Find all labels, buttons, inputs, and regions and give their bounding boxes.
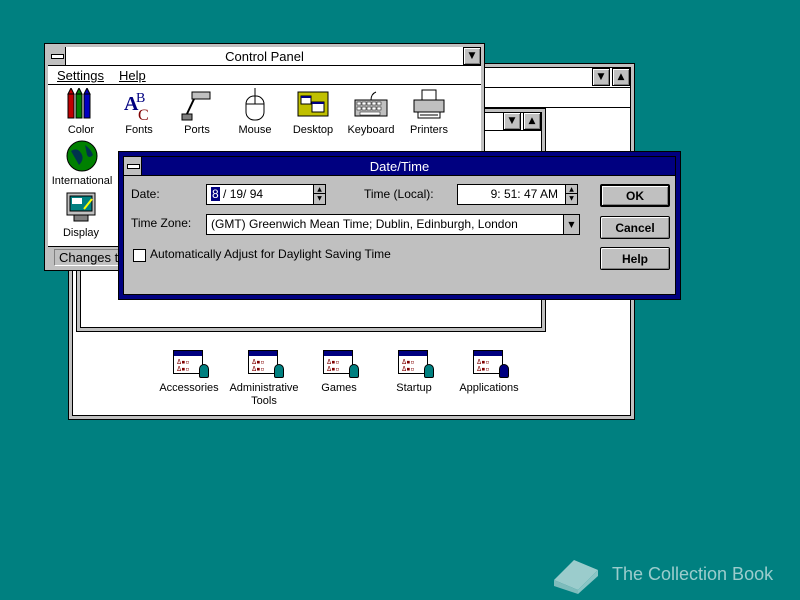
keyboard-icon bbox=[354, 88, 388, 122]
control-panel-title: Control Panel bbox=[225, 48, 304, 64]
cp-item-label: Fonts bbox=[125, 124, 153, 136]
group-minimize-button[interactable]: ▼ bbox=[503, 112, 521, 130]
control-panel-menubar: Settings Help bbox=[48, 66, 481, 85]
dialog-title-bar[interactable]: Date/Time bbox=[124, 157, 675, 176]
group-label: Applications bbox=[459, 382, 519, 394]
program-group-icon: Δ▪▫ Δ▪▫ bbox=[173, 348, 209, 378]
cp-item-fonts[interactable]: ABC Fonts bbox=[108, 88, 170, 136]
program-group-icon: Δ▪▫ Δ▪▫ bbox=[398, 348, 434, 378]
cp-item-label: Desktop bbox=[292, 124, 334, 136]
spin-down-icon[interactable]: ▼ bbox=[314, 194, 325, 203]
timezone-label: Time Zone: bbox=[131, 216, 192, 230]
mouse-icon bbox=[238, 88, 272, 122]
watermark: The Collection Book bbox=[548, 550, 788, 594]
date-field[interactable]: 8 / 19/ 94 bbox=[206, 184, 316, 205]
printer-icon bbox=[412, 88, 446, 122]
timezone-value: (GMT) Greenwich Mean Time; Dublin, Edinb… bbox=[211, 217, 518, 231]
cp-item-international[interactable]: International bbox=[50, 139, 114, 187]
date-time-dialog[interactable]: Date/Time Date: 8 / 19/ 94 ▲ ▼ Time (Loca… bbox=[118, 151, 681, 300]
ports-icon bbox=[180, 88, 214, 122]
group-icon-applications[interactable]: Δ▪▫ Δ▪▫ Applications bbox=[444, 348, 534, 394]
dialog-title: Date/Time bbox=[369, 158, 430, 174]
dst-checkbox[interactable] bbox=[133, 249, 146, 262]
cp-item-printers[interactable]: Printers bbox=[398, 88, 460, 136]
system-menu-icon[interactable] bbox=[124, 157, 142, 175]
cp-item-label: Mouse bbox=[238, 124, 272, 136]
display-icon bbox=[64, 191, 98, 225]
date-day-year[interactable]: / 19/ 94 bbox=[220, 187, 263, 201]
spin-down-icon[interactable]: ▼ bbox=[566, 194, 577, 203]
dropdown-arrow-icon[interactable]: ▼ bbox=[563, 215, 579, 234]
menu-settings[interactable]: Settings bbox=[57, 68, 104, 83]
control-panel-title-bar[interactable]: Control Panel ▼ bbox=[48, 47, 481, 66]
cp-item-mouse[interactable]: Mouse bbox=[224, 88, 286, 136]
dst-label[interactable]: Automatically Adjust for Daylight Saving… bbox=[150, 247, 391, 261]
dialog-client: Date/Time Date: 8 / 19/ 94 ▲ ▼ Time (Loca… bbox=[123, 156, 676, 295]
cancel-button[interactable]: Cancel bbox=[600, 216, 670, 239]
cp-item-label: International bbox=[51, 175, 113, 187]
book-logo-icon bbox=[554, 560, 598, 594]
minimize-button[interactable]: ▼ bbox=[592, 68, 610, 86]
date-spinner[interactable]: ▲ ▼ bbox=[313, 184, 326, 205]
timezone-select[interactable]: (GMT) Greenwich Mean Time; Dublin, Edinb… bbox=[206, 214, 580, 235]
color-icon bbox=[64, 86, 98, 122]
fonts-icon: ABC bbox=[122, 88, 156, 124]
cp-item-color[interactable]: Color bbox=[50, 86, 112, 136]
cp-item-ports[interactable]: Ports bbox=[166, 88, 228, 136]
time-spinner[interactable]: ▲ ▼ bbox=[565, 184, 578, 205]
cp-item-label: Printers bbox=[410, 124, 448, 136]
spin-up-icon[interactable]: ▲ bbox=[314, 185, 325, 194]
globe-icon bbox=[65, 139, 99, 173]
program-group-icon: Δ▪▫ Δ▪▫ bbox=[248, 348, 284, 378]
cp-item-keyboard[interactable]: Keyboard bbox=[340, 88, 402, 136]
svg-text:B: B bbox=[136, 91, 145, 106]
spin-up-icon[interactable]: ▲ bbox=[566, 185, 577, 194]
cp-item-label: Keyboard bbox=[347, 124, 395, 136]
cp-item-label: Color bbox=[67, 124, 95, 136]
time-field[interactable]: 9: 51: 47 AM bbox=[457, 184, 567, 205]
program-group-icon: Δ▪▫ Δ▪▫ bbox=[473, 348, 509, 378]
date-label: Date: bbox=[131, 187, 160, 201]
desktop-icon bbox=[296, 88, 330, 122]
system-menu-icon[interactable] bbox=[48, 47, 66, 65]
cp-item-desktop[interactable]: Desktop bbox=[282, 88, 344, 136]
minimize-button[interactable]: ▼ bbox=[463, 47, 481, 65]
cp-item-label: Display bbox=[62, 227, 100, 239]
program-group-icon: Δ▪▫ Δ▪▫ bbox=[323, 348, 359, 378]
cp-item-label: Ports bbox=[184, 124, 210, 136]
time-label: Time (Local): bbox=[364, 187, 434, 201]
maximize-button[interactable]: ▲ bbox=[612, 68, 630, 86]
menu-help[interactable]: Help bbox=[119, 68, 146, 83]
svg-text:C: C bbox=[138, 107, 149, 122]
help-button[interactable]: Help bbox=[600, 247, 670, 270]
cp-item-display[interactable]: Display bbox=[50, 191, 112, 239]
group-maximize-button[interactable]: ▲ bbox=[523, 112, 541, 130]
ok-button[interactable]: OK bbox=[600, 184, 670, 207]
watermark-text: The Collection Book bbox=[612, 564, 774, 584]
date-month-selected[interactable]: 8 bbox=[211, 187, 220, 201]
